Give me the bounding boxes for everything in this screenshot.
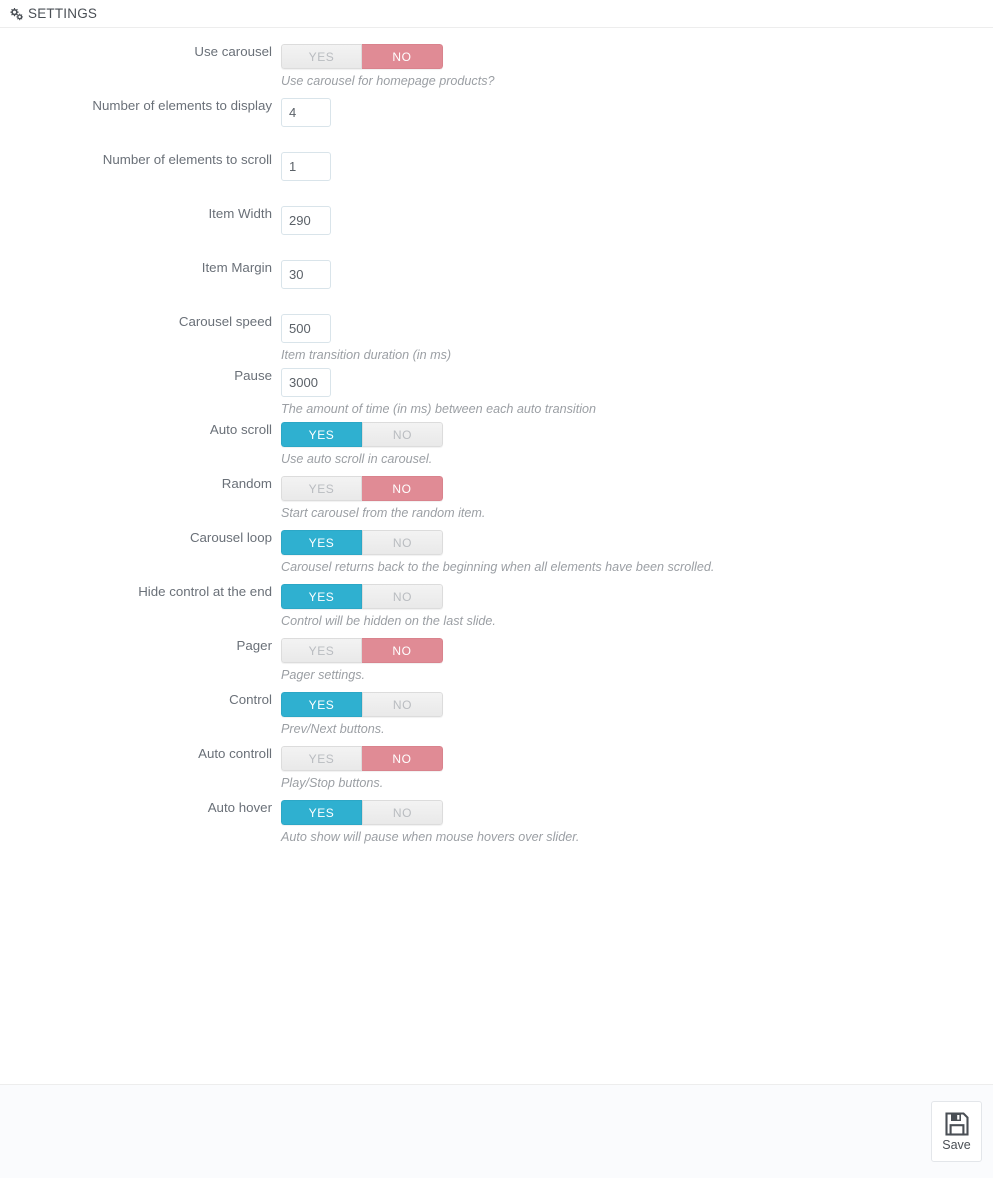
toggle-pager[interactable]: YES NO	[281, 638, 443, 663]
control-pause: The amount of time (in ms) between each …	[281, 368, 993, 417]
form-row-auto-hover: Auto hover YES NO Auto show will pause when…	[0, 800, 993, 854]
toggle-use-carousel-no[interactable]: NO	[362, 44, 443, 69]
input-pause[interactable]	[281, 368, 331, 397]
toggle-random[interactable]: YES NO	[281, 476, 443, 501]
panel-header: SETTINGS	[0, 0, 993, 28]
form-row-item-width: Item Width	[0, 206, 993, 260]
control-auto-controll: YES NO Play/Stop buttons.	[281, 746, 993, 791]
toggle-auto-hover-yes[interactable]: YES	[281, 800, 362, 825]
panel-footer: Save	[0, 1084, 993, 1178]
toggle-pager-yes[interactable]: YES	[281, 638, 362, 663]
toggle-auto-controll-no[interactable]: NO	[362, 746, 443, 771]
help-carousel-speed: Item transition duration (in ms)	[281, 348, 452, 362]
toggle-hide-control-at-the-end-no[interactable]: NO	[362, 584, 443, 609]
cogs-icon	[8, 7, 24, 21]
help-control: Prev/Next buttons.	[281, 722, 385, 736]
help-hide-control-at-the-end: Control will be hidden on the last slide…	[281, 614, 496, 628]
control-hide-control-at-the-end: YES NO Control will be hidden on the last …	[281, 584, 993, 629]
label-carousel-loop: Carousel loop	[189, 530, 272, 545]
toggle-carousel-loop[interactable]: YES NO	[281, 530, 443, 555]
settings-panel: SETTINGS Use carousel YES NO Use carousel f…	[0, 0, 993, 1178]
toggle-control-no[interactable]: NO	[362, 692, 443, 717]
panel-title: SETTINGS	[28, 6, 98, 21]
form-row-pause: Pause The amount of time (in ms) between …	[0, 368, 993, 422]
form-row-hide-control-at-the-end: Hide control at the end YES NO Control will…	[0, 584, 993, 638]
control-auto-scroll: YES NO Use auto scroll in carousel.	[281, 422, 993, 467]
control-item-width	[281, 206, 993, 235]
form-row-use-carousel: Use carousel YES NO Use carousel for homepa…	[0, 44, 993, 98]
save-button[interactable]: Save	[931, 1101, 982, 1162]
form-row-control: Control YES NO Prev/Next buttons.	[0, 692, 993, 746]
toggle-auto-scroll-no[interactable]: NO	[362, 422, 443, 447]
toggle-carousel-loop-yes[interactable]: YES	[281, 530, 362, 555]
control-carousel-loop: YES NO Carousel returns back to the beginn…	[281, 530, 993, 575]
toggle-random-yes[interactable]: YES	[281, 476, 362, 501]
label-auto-scroll: Auto scroll	[209, 422, 272, 437]
label-number-of-elements-to-scroll: Number of elements to scroll	[102, 152, 272, 167]
input-item-width[interactable]	[281, 206, 331, 235]
label-number-of-elements-to-display: Number of elements to display	[92, 98, 272, 113]
label-item-margin: Item Margin	[201, 260, 272, 275]
control-control: YES NO Prev/Next buttons.	[281, 692, 993, 737]
toggle-use-carousel-yes[interactable]: YES	[281, 44, 362, 69]
label-use-carousel: Use carousel	[194, 44, 272, 59]
form-row-random: Random YES NO Start carousel from the rando…	[0, 476, 993, 530]
toggle-auto-controll[interactable]: YES NO	[281, 746, 443, 771]
control-carousel-speed: Item transition duration (in ms)	[281, 314, 993, 363]
input-item-margin[interactable]	[281, 260, 331, 289]
toggle-auto-hover[interactable]: YES NO	[281, 800, 443, 825]
save-button-label: Save	[942, 1138, 971, 1152]
control-auto-hover: YES NO Auto show will pause when mouse hov…	[281, 800, 993, 845]
help-auto-controll: Play/Stop buttons.	[281, 776, 384, 790]
input-number-of-elements-to-scroll[interactable]	[281, 152, 331, 181]
help-random: Start carousel from the random item.	[281, 506, 486, 520]
help-auto-scroll: Use auto scroll in carousel.	[281, 452, 433, 466]
form-row-auto-scroll: Auto scroll YES NO Use auto scroll in carou…	[0, 422, 993, 476]
label-item-width: Item Width	[208, 206, 272, 221]
help-pause: The amount of time (in ms) between each …	[281, 402, 597, 416]
toggle-control-yes[interactable]: YES	[281, 692, 362, 717]
form-row-number-of-elements-to-scroll: Number of elements to scroll	[0, 152, 993, 206]
form-row-carousel-loop: Carousel loop YES NO Carousel returns back …	[0, 530, 993, 584]
toggle-use-carousel[interactable]: YES NO	[281, 44, 443, 69]
toggle-hide-control-at-the-end[interactable]: YES NO	[281, 584, 443, 609]
input-number-of-elements-to-display[interactable]	[281, 98, 331, 127]
label-random: Random	[221, 476, 272, 491]
help-auto-hover: Auto show will pause when mouse hovers o…	[281, 830, 580, 844]
floppy-disk-icon	[944, 1111, 970, 1137]
settings-form: Use carousel YES NO Use carousel for homepa…	[0, 28, 993, 1084]
label-pager: Pager	[236, 638, 272, 653]
form-row-auto-controll: Auto controll YES NO Play/Stop buttons.	[0, 746, 993, 800]
control-random: YES NO Start carousel from the random item…	[281, 476, 993, 521]
control-number-of-elements-to-scroll	[281, 152, 993, 181]
toggle-auto-scroll[interactable]: YES NO	[281, 422, 443, 447]
label-auto-controll: Auto controll	[198, 746, 272, 761]
help-use-carousel: Use carousel for homepage products?	[281, 74, 495, 88]
control-item-margin	[281, 260, 993, 289]
form-row-number-of-elements-to-display: Number of elements to display	[0, 98, 993, 152]
help-pager: Pager settings.	[281, 668, 366, 682]
help-carousel-loop: Carousel returns back to the beginning w…	[281, 560, 715, 574]
label-carousel-speed: Carousel speed	[178, 314, 272, 329]
label-auto-hover: Auto hover	[207, 800, 272, 815]
toggle-auto-hover-no[interactable]: NO	[362, 800, 443, 825]
control-pager: YES NO Pager settings.	[281, 638, 993, 683]
form-row-pager: Pager YES NO Pager settings.	[0, 638, 993, 692]
input-carousel-speed[interactable]	[281, 314, 331, 343]
form-row-carousel-speed: Carousel speed Item transition duration (…	[0, 314, 993, 368]
form-row-item-margin: Item Margin	[0, 260, 993, 314]
toggle-auto-controll-yes[interactable]: YES	[281, 746, 362, 771]
toggle-carousel-loop-no[interactable]: NO	[362, 530, 443, 555]
label-pause: Pause	[234, 368, 272, 383]
control-use-carousel: YES NO Use carousel for homepage products?	[281, 44, 993, 89]
label-control: Control	[229, 692, 272, 707]
toggle-auto-scroll-yes[interactable]: YES	[281, 422, 362, 447]
label-hide-control-at-the-end: Hide control at the end	[138, 584, 272, 599]
toggle-hide-control-at-the-end-yes[interactable]: YES	[281, 584, 362, 609]
control-number-of-elements-to-display	[281, 98, 993, 127]
toggle-random-no[interactable]: NO	[362, 476, 443, 501]
toggle-pager-no[interactable]: NO	[362, 638, 443, 663]
toggle-control[interactable]: YES NO	[281, 692, 443, 717]
